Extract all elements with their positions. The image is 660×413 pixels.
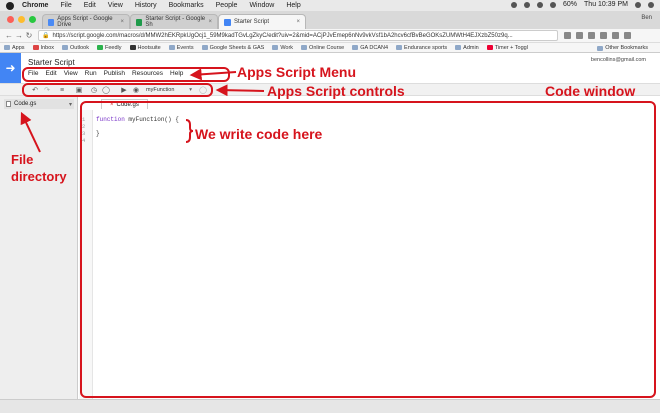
extension-icon[interactable]	[600, 32, 607, 39]
bookmark-timer-toggl[interactable]: Timer + Toggl	[486, 45, 528, 51]
apple-icon[interactable]	[6, 1, 14, 10]
close-window-icon[interactable]	[7, 16, 14, 23]
tab-title: Starter Script	[234, 19, 270, 25]
url-text: https://script.google.com/macros/d/MMW2h…	[52, 32, 513, 39]
tab-close-icon[interactable]: ×	[120, 19, 124, 25]
reload-icon[interactable]: ↻	[24, 31, 34, 40]
mac-menu-window[interactable]: Window	[249, 2, 274, 9]
extension-icon[interactable]	[576, 32, 583, 39]
window-controls	[7, 16, 36, 23]
mac-status-area: 60% Thu 10:39 PM	[511, 1, 654, 8]
bookmark-endurance-sports[interactable]: Endurance sports	[396, 45, 447, 51]
menu-highlight-box	[22, 67, 230, 82]
folder-icon	[301, 45, 308, 50]
bookmark-hootsuite[interactable]: Hootsuite	[129, 45, 161, 51]
annotation-file-label: File	[11, 152, 34, 167]
tab-title: Starter Script - Google Sh	[145, 16, 206, 28]
bookmark-admin[interactable]: Admin	[455, 45, 479, 51]
browser-tab-starter-script[interactable]: Starter Script ×	[218, 14, 306, 29]
annotation-directory-label: directory	[11, 169, 67, 184]
gmail-icon	[32, 45, 39, 50]
extension-icon[interactable]	[588, 32, 595, 39]
account-email[interactable]: bencollins@gmail.com	[591, 57, 646, 63]
chrome-user-badge[interactable]: Ben	[641, 15, 652, 21]
annotation-write-code: We write code here	[195, 126, 323, 142]
lock-icon: 🔒	[42, 33, 50, 39]
annotation-code-window: Code window	[545, 83, 636, 99]
chrome-menu-icon[interactable]	[624, 32, 631, 39]
battery-percent[interactable]: 60%	[563, 1, 577, 8]
bookmarks-bar: Apps Inbox Outlook Feedly Hootsuite Even…	[0, 43, 660, 53]
apps-script-favicon-icon	[224, 18, 231, 26]
project-title[interactable]: Starter Script	[28, 58, 75, 67]
zoom-window-icon[interactable]	[29, 16, 36, 23]
extension-icon[interactable]	[612, 32, 619, 39]
bottom-strip	[0, 399, 660, 413]
feedly-icon	[96, 45, 103, 50]
clock[interactable]: Thu 10:39 PM	[584, 1, 628, 8]
bookmark-work[interactable]: Work	[272, 45, 293, 51]
url-field[interactable]: 🔒 https://script.google.com/macros/d/MMW…	[38, 30, 558, 41]
annotation-apps-script-controls: Apps Script controls	[267, 83, 405, 99]
tab-close-icon[interactable]: ×	[208, 19, 212, 25]
tab-close-icon[interactable]: ×	[296, 19, 300, 25]
hootsuite-icon	[129, 45, 136, 50]
browser-tab-bar: Apps Script - Google Drive × Starter Scr…	[0, 11, 660, 29]
mac-menu-app[interactable]: Chrome	[22, 2, 48, 9]
bookmark-inbox[interactable]: Inbox	[32, 45, 54, 51]
menu-list-icon[interactable]	[648, 1, 654, 8]
bookmark-apps[interactable]: Apps	[4, 45, 25, 51]
browser-tab-apps-script-drive[interactable]: Apps Script - Google Drive ×	[42, 14, 130, 29]
toggl-icon	[486, 45, 493, 50]
bookmark-online-course[interactable]: Online Course	[301, 45, 344, 51]
folder-icon	[455, 45, 462, 50]
file-icon	[6, 101, 11, 107]
minimize-window-icon[interactable]	[18, 16, 25, 23]
folder-icon	[597, 45, 604, 51]
forward-icon[interactable]: →	[14, 31, 24, 40]
mac-menu-history[interactable]: History	[135, 2, 157, 9]
bookmark-outlook[interactable]: Outlook	[62, 45, 89, 51]
tab-title: Apps Script - Google Drive	[57, 16, 113, 28]
wifi-icon[interactable]	[537, 1, 544, 8]
mac-menu-view[interactable]: View	[108, 2, 123, 9]
controls-highlight-box	[22, 83, 213, 97]
folder-icon	[352, 45, 359, 50]
address-bar-row: ← → ↻ 🔒 https://script.google.com/macros…	[0, 29, 660, 43]
bookmark-events[interactable]: Events	[168, 45, 194, 51]
folder-icon	[62, 45, 69, 50]
star-icon[interactable]	[564, 32, 571, 39]
mac-menu-file[interactable]: File	[60, 2, 71, 9]
mac-menubar: Chrome File Edit View History Bookmarks …	[0, 0, 660, 11]
file-directory: Code.gs ▾	[0, 96, 78, 399]
volume-icon[interactable]	[550, 1, 557, 8]
folder-icon	[201, 45, 208, 50]
mac-menu-people[interactable]: People	[216, 2, 238, 9]
code-window-highlight-box	[80, 101, 656, 398]
bookmark-google-sheets-gas[interactable]: Google Sheets & GAS	[201, 45, 264, 51]
annotation-apps-script-menu: Apps Script Menu	[237, 64, 357, 80]
folder-icon	[168, 45, 175, 50]
drive-favicon-icon	[48, 18, 55, 26]
file-item-code-gs[interactable]: Code.gs ▾	[4, 99, 74, 109]
mac-menu-help[interactable]: Help	[286, 2, 300, 9]
browser-tab-starter-script-sheet[interactable]: Starter Script - Google Sh ×	[130, 14, 218, 29]
bookmark-ga-dcan4[interactable]: GA DCAN4	[352, 45, 388, 51]
search-icon[interactable]	[635, 1, 641, 8]
bookmark-other[interactable]: Other Bookmarks	[597, 45, 648, 51]
bookmark-feedly[interactable]: Feedly	[96, 45, 122, 51]
chevron-down-icon[interactable]: ▾	[69, 101, 72, 108]
apps-script-logo-icon[interactable]: ➜	[0, 53, 21, 83]
folder-icon	[396, 45, 403, 50]
folder-icon	[272, 45, 279, 50]
apps-grid-icon	[4, 45, 10, 50]
back-icon[interactable]: ←	[4, 31, 14, 40]
dropbox-icon[interactable]	[511, 1, 518, 8]
mac-menu-bookmarks[interactable]: Bookmarks	[169, 2, 204, 9]
extension-icons	[564, 32, 631, 39]
sync-icon[interactable]	[524, 1, 531, 8]
mac-menu-edit[interactable]: Edit	[84, 2, 96, 9]
sheets-favicon-icon	[136, 18, 143, 26]
